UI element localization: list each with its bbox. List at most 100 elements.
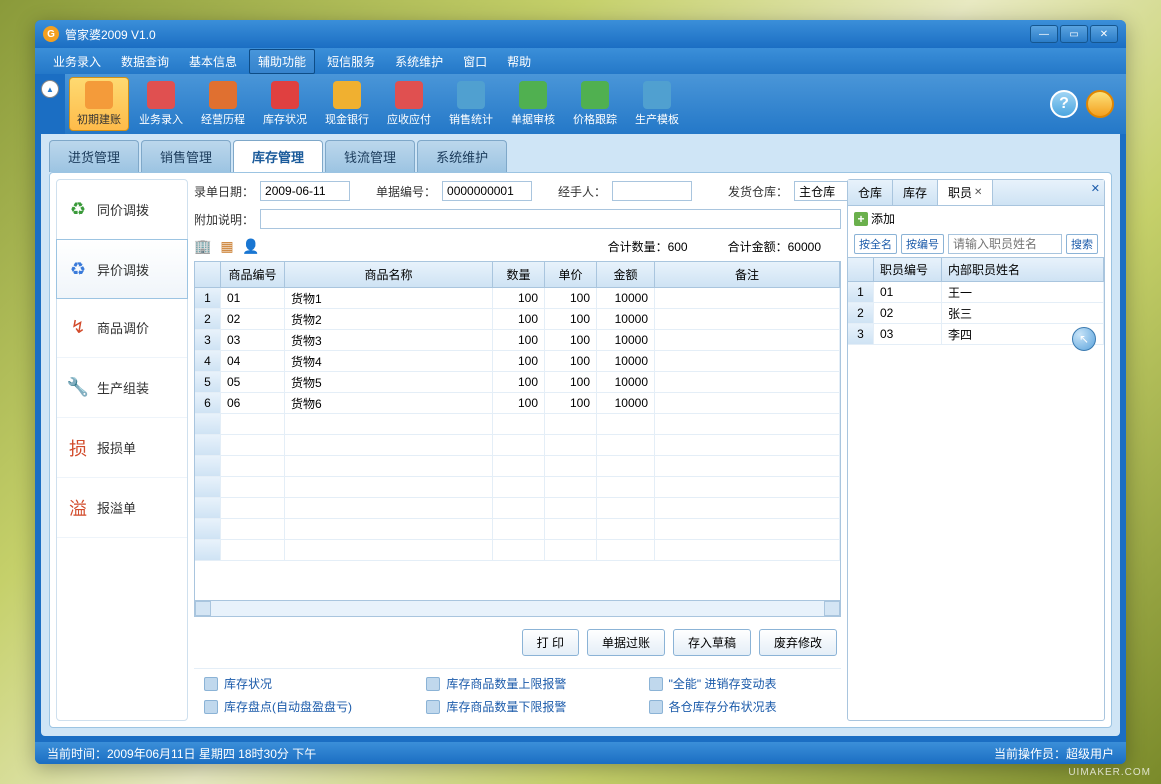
right-col-header[interactable]: 内部职员姓名 (942, 258, 1104, 281)
main-tab-2[interactable]: 库存管理 (233, 140, 323, 172)
help-icon[interactable]: ? (1050, 90, 1078, 118)
table-row[interactable]: 606货物610010010000 (195, 393, 840, 414)
right-tab-1[interactable]: 库存 (893, 180, 938, 205)
nav-item-2[interactable]: ↯商品调价 (57, 298, 187, 358)
maximize-button[interactable]: ▭ (1060, 25, 1088, 43)
right-table-row[interactable]: 101王一 (848, 282, 1104, 303)
right-tab-2[interactable]: 职员✕ (938, 180, 993, 205)
table-row[interactable] (195, 498, 840, 519)
menu-item-6[interactable]: 窗口 (455, 50, 495, 73)
nav-item-4[interactable]: 损报损单 (57, 418, 187, 478)
add-button[interactable]: + 添加 (854, 210, 895, 227)
menu-item-3[interactable]: 辅助功能 (249, 49, 315, 74)
nav-item-3[interactable]: 🔧生产组装 (57, 358, 187, 418)
menu-item-0[interactable]: 业务录入 (45, 50, 109, 73)
date-input[interactable] (260, 181, 350, 201)
tool-btn-0[interactable]: 初期建账 (69, 77, 129, 131)
gold-icon[interactable] (1086, 90, 1114, 118)
tool-icon (271, 81, 299, 109)
main-tab-3[interactable]: 钱流管理 (325, 140, 415, 172)
table-row[interactable] (195, 540, 840, 561)
tool-icon (147, 81, 175, 109)
menu-item-1[interactable]: 数据查询 (113, 50, 177, 73)
table-row[interactable] (195, 456, 840, 477)
table-row[interactable]: 505货物510010010000 (195, 372, 840, 393)
tool-icon (333, 81, 361, 109)
h-scrollbar[interactable] (195, 600, 840, 616)
quick-link[interactable]: 各仓库存分布状况表 (649, 698, 831, 715)
table-row[interactable] (195, 477, 840, 498)
quick-link[interactable]: "全能" 进销存变动表 (649, 675, 831, 692)
menu-item-5[interactable]: 系统维护 (387, 50, 451, 73)
handler-input[interactable] (612, 181, 692, 201)
nav-item-1[interactable]: ♻异价调拨 (56, 239, 188, 299)
menu-item-4[interactable]: 短信服务 (319, 50, 383, 73)
main-tab-0[interactable]: 进货管理 (49, 140, 139, 172)
status-user: 当前操作员：超级用户 (994, 745, 1114, 762)
main-tab-4[interactable]: 系统维护 (417, 140, 507, 172)
col-header[interactable]: 商品编号 (221, 262, 285, 287)
col-header[interactable] (195, 262, 221, 287)
search-button[interactable]: 搜索 (1066, 234, 1098, 254)
menubar: 业务录入数据查询基本信息辅助功能短信服务系统维护窗口帮助 (35, 48, 1126, 74)
statusbar: 当前时间：2009年06月11日 星期四 18时30分 下午 当前操作员：超级用… (35, 742, 1126, 764)
right-table-row[interactable]: 202张三 (848, 303, 1104, 324)
right-table-row[interactable]: 303李四 (848, 324, 1104, 345)
tool-btn-6[interactable]: 销售统计 (441, 77, 501, 131)
menu-item-7[interactable]: 帮助 (499, 50, 539, 73)
toolbar-icon-1[interactable]: 🏢 (194, 237, 212, 255)
menu-item-2[interactable]: 基本信息 (181, 50, 245, 73)
tool-btn-4[interactable]: 现金银行 (317, 77, 377, 131)
table-row[interactable] (195, 435, 840, 456)
search-input[interactable] (948, 234, 1062, 254)
tool-btn-1[interactable]: 业务录入 (131, 77, 191, 131)
quick-link[interactable]: 库存商品数量上限报警 (426, 675, 608, 692)
desc-input[interactable] (260, 209, 841, 229)
table-row[interactable]: 303货物310010010000 (195, 330, 840, 351)
total-qty: 合计数量：600 (608, 238, 688, 255)
filter-by-code-button[interactable]: 按编号 (901, 234, 944, 254)
main-tab-1[interactable]: 销售管理 (141, 140, 231, 172)
col-header[interactable]: 备注 (655, 262, 840, 287)
nav-item-0[interactable]: ♻同价调拨 (57, 180, 187, 240)
toolbar-icon-2[interactable]: ▦ (218, 237, 236, 255)
nav-item-5[interactable]: 溢报溢单 (57, 478, 187, 538)
quick-link[interactable]: 库存盘点(自动盘盈盘亏) (204, 698, 386, 715)
table-row[interactable]: 202货物210010010000 (195, 309, 840, 330)
docno-input[interactable] (442, 181, 532, 201)
close-panel-icon[interactable]: ✕ (1091, 182, 1100, 195)
quick-link[interactable]: 库存状况 (204, 675, 386, 692)
tool-btn-3[interactable]: 库存状况 (255, 77, 315, 131)
tab-close-icon[interactable]: ✕ (974, 187, 982, 198)
table-row[interactable] (195, 414, 840, 435)
col-header[interactable]: 商品名称 (285, 262, 493, 287)
tool-btn-9[interactable]: 生产模板 (627, 77, 687, 131)
tool-btn-7[interactable]: 单据审核 (503, 77, 563, 131)
right-col-header[interactable] (848, 258, 874, 281)
tool-btn-5[interactable]: 应收应付 (379, 77, 439, 131)
right-grid-body[interactable]: ↖ 101王一202张三303李四 (848, 282, 1104, 720)
quick-link[interactable]: 库存商品数量下限报警 (426, 698, 608, 715)
table-row[interactable]: 404货物410010010000 (195, 351, 840, 372)
person-icon[interactable]: 👤 (242, 237, 260, 255)
minimize-button[interactable]: — (1030, 25, 1058, 43)
right-col-header[interactable]: 职员编号 (874, 258, 942, 281)
col-header[interactable]: 单价 (545, 262, 597, 287)
link-icon (426, 700, 440, 714)
col-header[interactable]: 金额 (597, 262, 655, 287)
action-btn-0[interactable]: 打 印 (522, 629, 579, 656)
right-tab-0[interactable]: 仓库 (848, 180, 893, 205)
close-button[interactable]: ✕ (1090, 25, 1118, 43)
col-header[interactable]: 数量 (493, 262, 545, 287)
action-btn-2[interactable]: 存入草稿 (673, 629, 751, 656)
table-row[interactable]: 101货物110010010000 (195, 288, 840, 309)
tool-btn-8[interactable]: 价格跟踪 (565, 77, 625, 131)
action-btn-3[interactable]: 废弃修改 (759, 629, 837, 656)
grid-body[interactable]: 101货物110010010000202货物210010010000303货物3… (195, 288, 840, 600)
collapse-toolbar-icon[interactable]: ▲ (41, 80, 59, 98)
table-row[interactable] (195, 519, 840, 540)
tool-btn-2[interactable]: 经营历程 (193, 77, 253, 131)
tool-icon (519, 81, 547, 109)
filter-by-name-button[interactable]: 按全名 (854, 234, 897, 254)
action-btn-1[interactable]: 单据过账 (587, 629, 665, 656)
